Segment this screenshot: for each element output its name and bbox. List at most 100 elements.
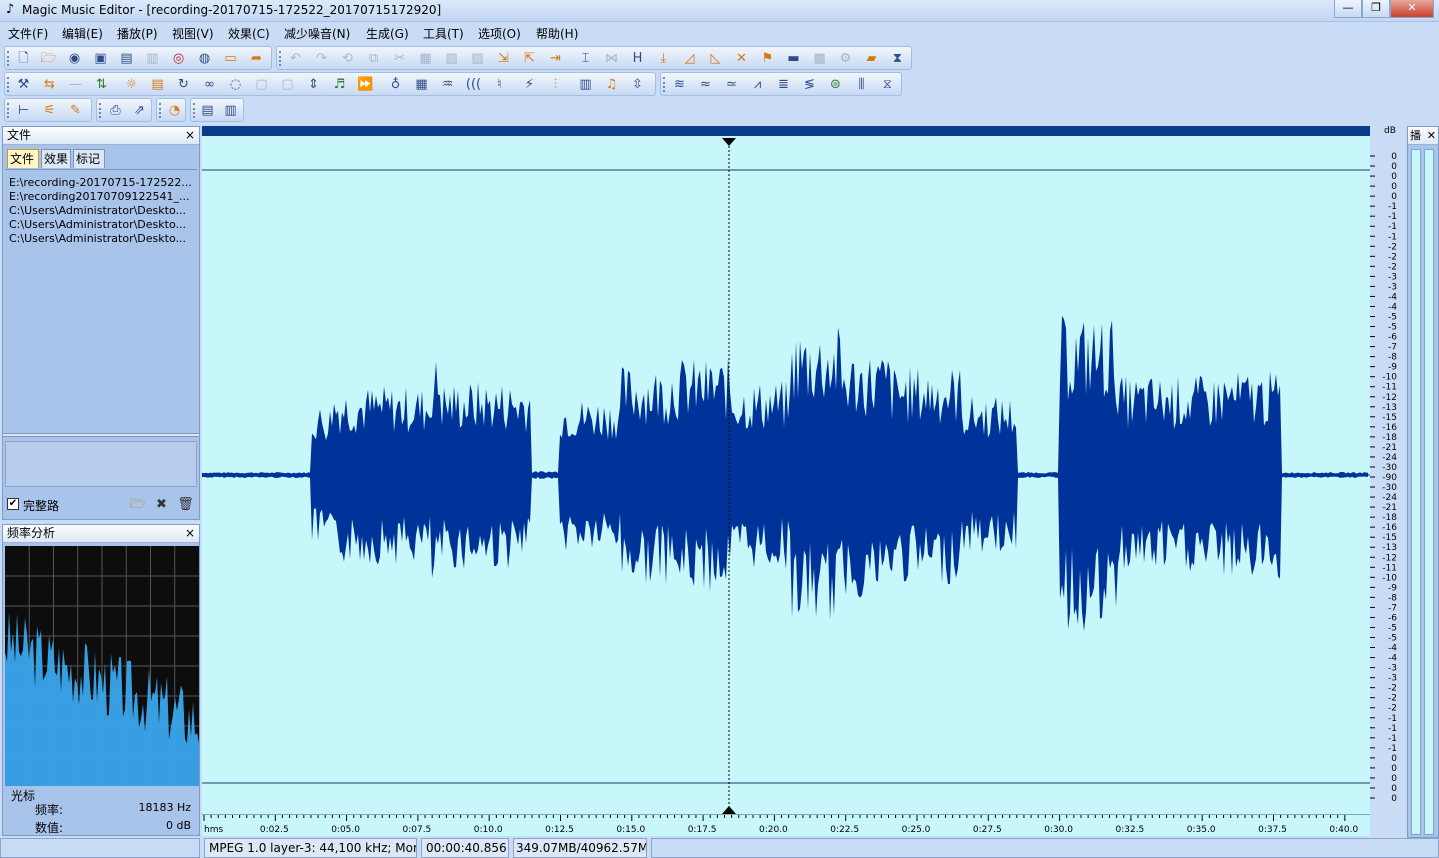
app-icon[interactable]: ♪ [3, 3, 17, 17]
menu-effects[interactable]: 效果(C) [228, 25, 270, 42]
sun-icon[interactable]: ☼ [123, 76, 140, 93]
crop-icon[interactable]: H [629, 50, 646, 67]
pencil-icon[interactable]: ✎ [67, 102, 84, 119]
download-icon[interactable]: ⤓ [655, 50, 672, 67]
maximize-button[interactable]: ❐ [1362, 0, 1390, 18]
tools-icon[interactable]: ⚒ [15, 76, 32, 93]
export-doc-icon[interactable]: ⇗ [131, 102, 148, 119]
copy-icon[interactable]: ⧉ [365, 50, 382, 67]
silence-icon[interactable]: ▬ [785, 50, 802, 67]
open-cd-icon[interactable]: ◉ [66, 50, 83, 67]
fade-in-icon[interactable]: ◿ [681, 50, 698, 67]
undo-icon[interactable]: ↶ [287, 50, 304, 67]
fade-out-icon[interactable]: ◺ [707, 50, 724, 67]
tempo-icon[interactable]: ♁ [387, 76, 404, 93]
file-item[interactable]: E:\recording-20170715-172522... [9, 176, 192, 189]
redo-icon[interactable]: ↷ [313, 50, 330, 67]
swap-icon[interactable]: ⇅ [93, 76, 110, 93]
loop-icon[interactable]: ↻ [175, 76, 192, 93]
echo-icon[interactable]: ∞ [201, 76, 218, 93]
close-button[interactable]: ✕ [1390, 0, 1434, 18]
meter-panel-close-button[interactable]: ✕ [1427, 127, 1436, 144]
wma-icon[interactable]: ▥ [222, 102, 239, 119]
burn-cd-icon[interactable]: ◎ [170, 50, 187, 67]
tab-files[interactable]: 文件 [7, 149, 39, 168]
toolbar-grip[interactable] [193, 103, 196, 118]
toolbar-grip[interactable] [7, 51, 10, 66]
save-as-icon[interactable]: ▤ [118, 50, 135, 67]
menu-tools[interactable]: 工具(T) [423, 25, 464, 42]
toolbar-grip[interactable] [7, 77, 10, 92]
folder-icon[interactable]: ▭ [222, 50, 239, 67]
save-icon[interactable]: ▣ [92, 50, 109, 67]
paste-new-icon[interactable]: ▨ [469, 50, 486, 67]
chorus-icon[interactable]: ♒ [439, 76, 456, 93]
select-all-icon[interactable]: ⌶ [577, 50, 594, 67]
full-path-checkbox[interactable]: ✔ [7, 498, 19, 510]
file-item[interactable]: C:\Users\Administrator\Deskto... [9, 232, 186, 245]
menu-help[interactable]: 帮助(H) [536, 25, 578, 42]
file-item[interactable]: C:\Users\Administrator\Deskto... [9, 218, 186, 231]
remove-icon[interactable]: ✖ [153, 496, 170, 513]
filter-d-icon[interactable]: ⩘ [749, 76, 766, 93]
updown-icon[interactable]: ⇕ [305, 76, 322, 93]
cd-icon[interactable]: ◔ [166, 102, 183, 119]
crossfade-icon[interactable]: ✕ [733, 50, 750, 67]
menu-generate[interactable]: 生成(G) [366, 25, 409, 42]
wave-cut-icon[interactable]: ⚟ [41, 102, 58, 119]
waveform-view[interactable] [202, 126, 1370, 814]
paste-icon[interactable]: ▦ [417, 50, 434, 67]
menu-edit[interactable]: 编辑(E) [62, 25, 103, 42]
filter-e-icon[interactable]: ≣ [775, 76, 792, 93]
toolbar-grip[interactable] [159, 103, 162, 118]
trim-icon[interactable]: ⋈ [603, 50, 620, 67]
paste-mix-icon[interactable]: ▧ [443, 50, 460, 67]
tab-markers[interactable]: 标记 [73, 149, 105, 168]
open-folder-icon[interactable]: 🗁 [40, 50, 57, 67]
cursor-icon[interactable]: ⊢ [15, 102, 32, 119]
menu-view[interactable]: 视图(V) [172, 25, 214, 42]
mp3-icon[interactable]: ▤ [199, 102, 216, 119]
file-item[interactable]: C:\Users\Administrator\Deskto... [9, 204, 186, 217]
frequency-panel-close-button[interactable]: × [185, 525, 195, 542]
flat-icon[interactable]: — [67, 76, 84, 93]
eq-icon[interactable]: ⫶ [547, 76, 564, 93]
speed-icon[interactable]: ⏩ [357, 76, 374, 93]
minimize-button[interactable]: — [1334, 0, 1362, 18]
rip-cd-icon[interactable]: ◍ [196, 50, 213, 67]
timer-icon[interactable]: ⧖ [879, 76, 896, 93]
filter-f-icon[interactable]: ≶ [801, 76, 818, 93]
stretch-icon[interactable]: ▤ [149, 76, 166, 93]
filter-c-icon[interactable]: ≃ [723, 76, 740, 93]
trash-icon[interactable]: 🗑 [177, 496, 194, 513]
open-folder-icon[interactable]: 🗁 [129, 496, 146, 513]
filter-a-icon[interactable]: ≋ [671, 76, 688, 93]
new-file-icon[interactable]: 🗋 [15, 50, 32, 67]
cut-icon[interactable]: ✂ [391, 50, 408, 67]
noise-icon[interactable]: ♫ [603, 76, 620, 93]
film-icon[interactable]: ▦ [413, 76, 430, 93]
toolbar-grip[interactable] [99, 103, 102, 118]
menu-noise-reduction[interactable]: 减少噪音(N) [284, 25, 350, 42]
equalizer-icon[interactable]: ▥ [577, 76, 594, 93]
reverb-icon[interactable]: ◌ [227, 76, 244, 93]
eq-badge-icon[interactable]: ⊜ [827, 76, 844, 93]
file-panel-close-button[interactable]: × [185, 127, 195, 144]
export-icon[interactable]: ➦ [248, 50, 265, 67]
hourglass-icon[interactable]: ⧗ [889, 50, 906, 67]
menu-options[interactable]: 选项(O) [478, 25, 521, 42]
flanger-icon[interactable]: ♮ [491, 76, 508, 93]
box-b-icon[interactable]: ▢ [279, 76, 296, 93]
filter-b-icon[interactable]: ≈ [697, 76, 714, 93]
toolbar-grip[interactable] [663, 77, 666, 92]
spectrum-graph[interactable] [5, 546, 199, 786]
toolbar-grip[interactable] [7, 103, 10, 118]
waveform-svg[interactable] [202, 126, 1370, 814]
tab-effects[interactable]: 效果 [41, 149, 71, 168]
gear-icon[interactable]: ⚙ [837, 50, 854, 67]
pitch-icon[interactable]: ♬ [331, 76, 348, 93]
menu-file[interactable]: 文件(F) [8, 25, 48, 42]
mix-file-icon[interactable]: ⇱ [521, 50, 538, 67]
marker-icon[interactable]: ⚑ [759, 50, 776, 67]
panel-splitter[interactable] [3, 433, 199, 437]
